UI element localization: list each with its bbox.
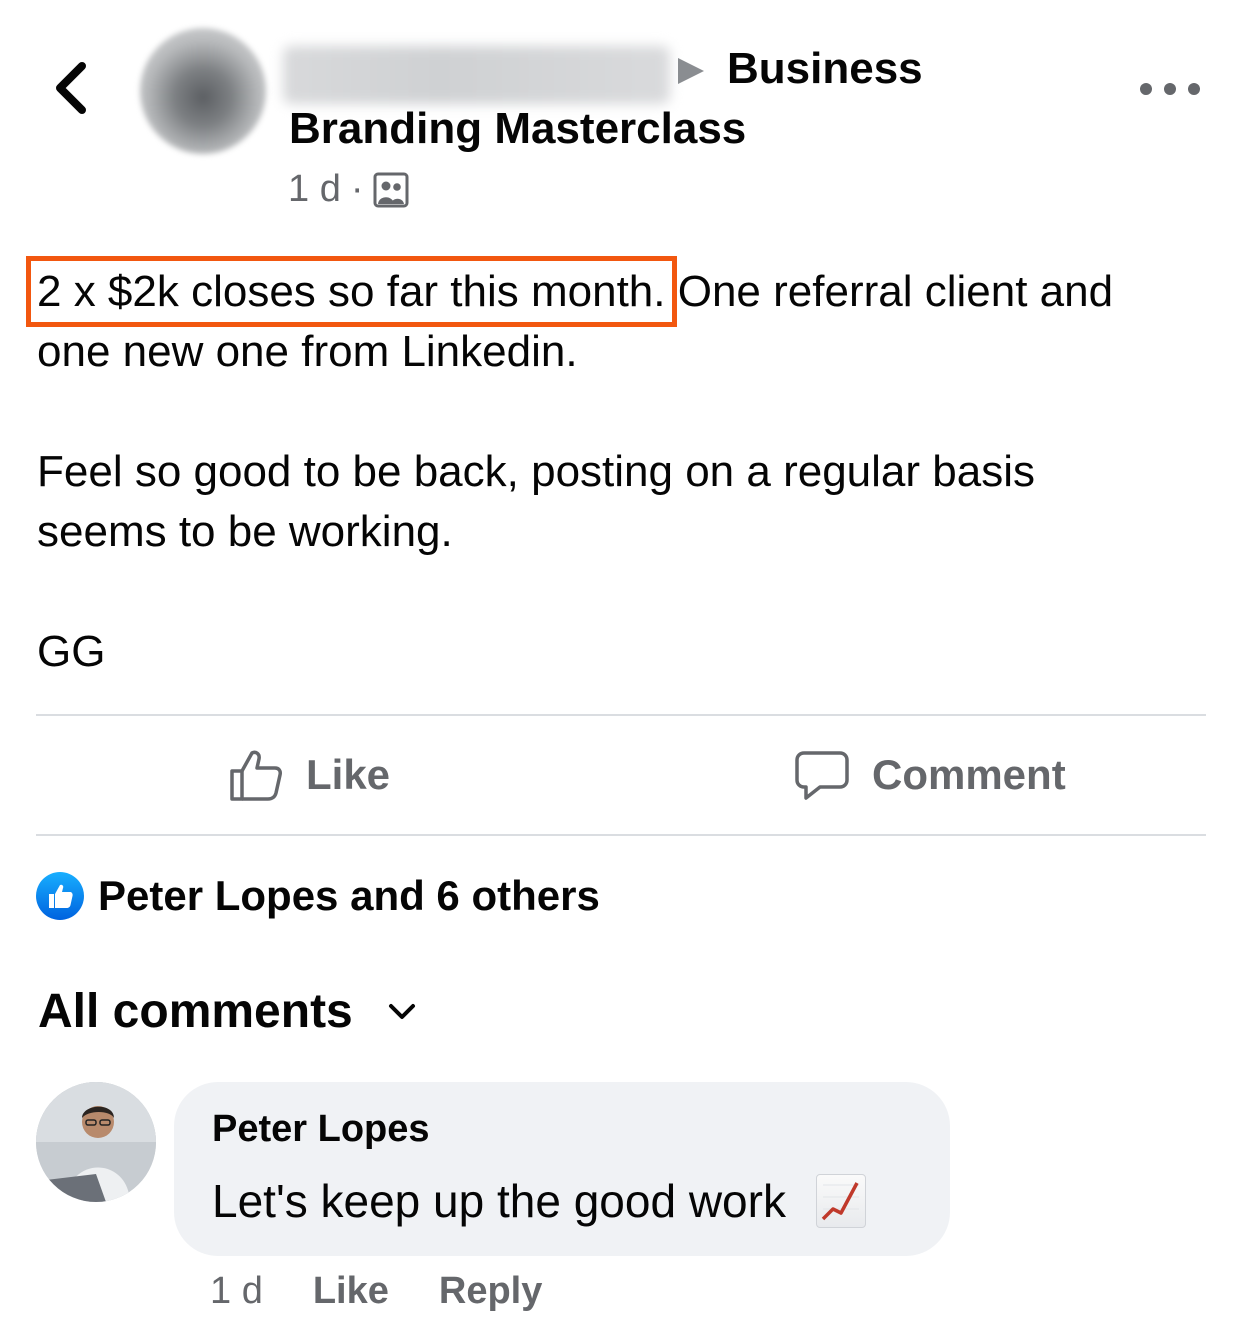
post-line-1: 2 x $2k closes so far this month. One re… [26, 256, 1207, 327]
chart-increasing-emoji [815, 1174, 866, 1228]
reactions-text: Peter Lopes and 6 others [98, 872, 600, 919]
comment-text: Let's keep up the good work [212, 1174, 866, 1228]
highlighted-sentence: 2 x $2k closes so far this month. [26, 256, 677, 327]
comment-footer: 1 d Like Reply [210, 1270, 592, 1313]
post-line-2: one new one from Linkedin. [37, 327, 578, 376]
group-name-line1[interactable]: Business [727, 44, 923, 94]
post-actions: Like Comment [36, 716, 1206, 834]
author-avatar[interactable] [140, 28, 266, 154]
post-line-3: Feel so good to be back, posting on a re… [37, 447, 1035, 496]
comment-text-content: Let's keep up the good work [212, 1175, 786, 1227]
comment-button[interactable]: Comment [794, 716, 1066, 834]
more-dot [1140, 83, 1152, 95]
post-line-1-rest: One referral client and [665, 267, 1114, 316]
post-line-5: GG [37, 627, 106, 676]
post-line-4: seems to be working. [37, 507, 453, 556]
more-dot [1164, 83, 1176, 95]
post-header: Business Branding Masterclass 1 d · [0, 0, 1242, 230]
like-button[interactable]: Like [228, 716, 390, 834]
comment-label: Comment [872, 751, 1066, 798]
comment-bubble[interactable]: Peter Lopes Let's keep up the good work [174, 1082, 950, 1256]
thumbs-up-icon [230, 750, 282, 801]
comments-sort-label: All comments [38, 985, 353, 1038]
reactions-summary[interactable]: Peter Lopes and 6 others [36, 872, 600, 920]
post-meta: 1 d · [288, 168, 409, 211]
more-options-button[interactable] [1140, 72, 1200, 106]
post-time[interactable]: 1 d [288, 168, 341, 211]
comment-time[interactable]: 1 d [210, 1270, 263, 1313]
post-body: 2 x $2k closes so far this month. One re… [26, 256, 1207, 682]
comments-sort-dropdown[interactable]: All comments [38, 984, 417, 1039]
like-reaction-icon [36, 872, 84, 920]
group-icon [373, 172, 409, 207]
author-name-redacted[interactable] [283, 46, 670, 104]
group-name-line2[interactable]: Branding Masterclass [289, 104, 746, 154]
comment-bubble-icon [795, 751, 849, 800]
commenter-avatar[interactable] [36, 1082, 156, 1202]
comment-author[interactable]: Peter Lopes [212, 1108, 430, 1151]
chevron-left-icon [56, 62, 86, 114]
comment-like-button[interactable]: Like [313, 1270, 389, 1313]
more-dot [1188, 83, 1200, 95]
comment-reply-button[interactable]: Reply [439, 1270, 542, 1313]
posted-in-arrow-icon [678, 58, 704, 84]
like-label: Like [306, 751, 391, 798]
divider-bottom [36, 834, 1206, 836]
meta-separator: · [350, 168, 364, 210]
back-button[interactable] [48, 58, 96, 118]
chevron-down-icon [388, 1003, 415, 1019]
